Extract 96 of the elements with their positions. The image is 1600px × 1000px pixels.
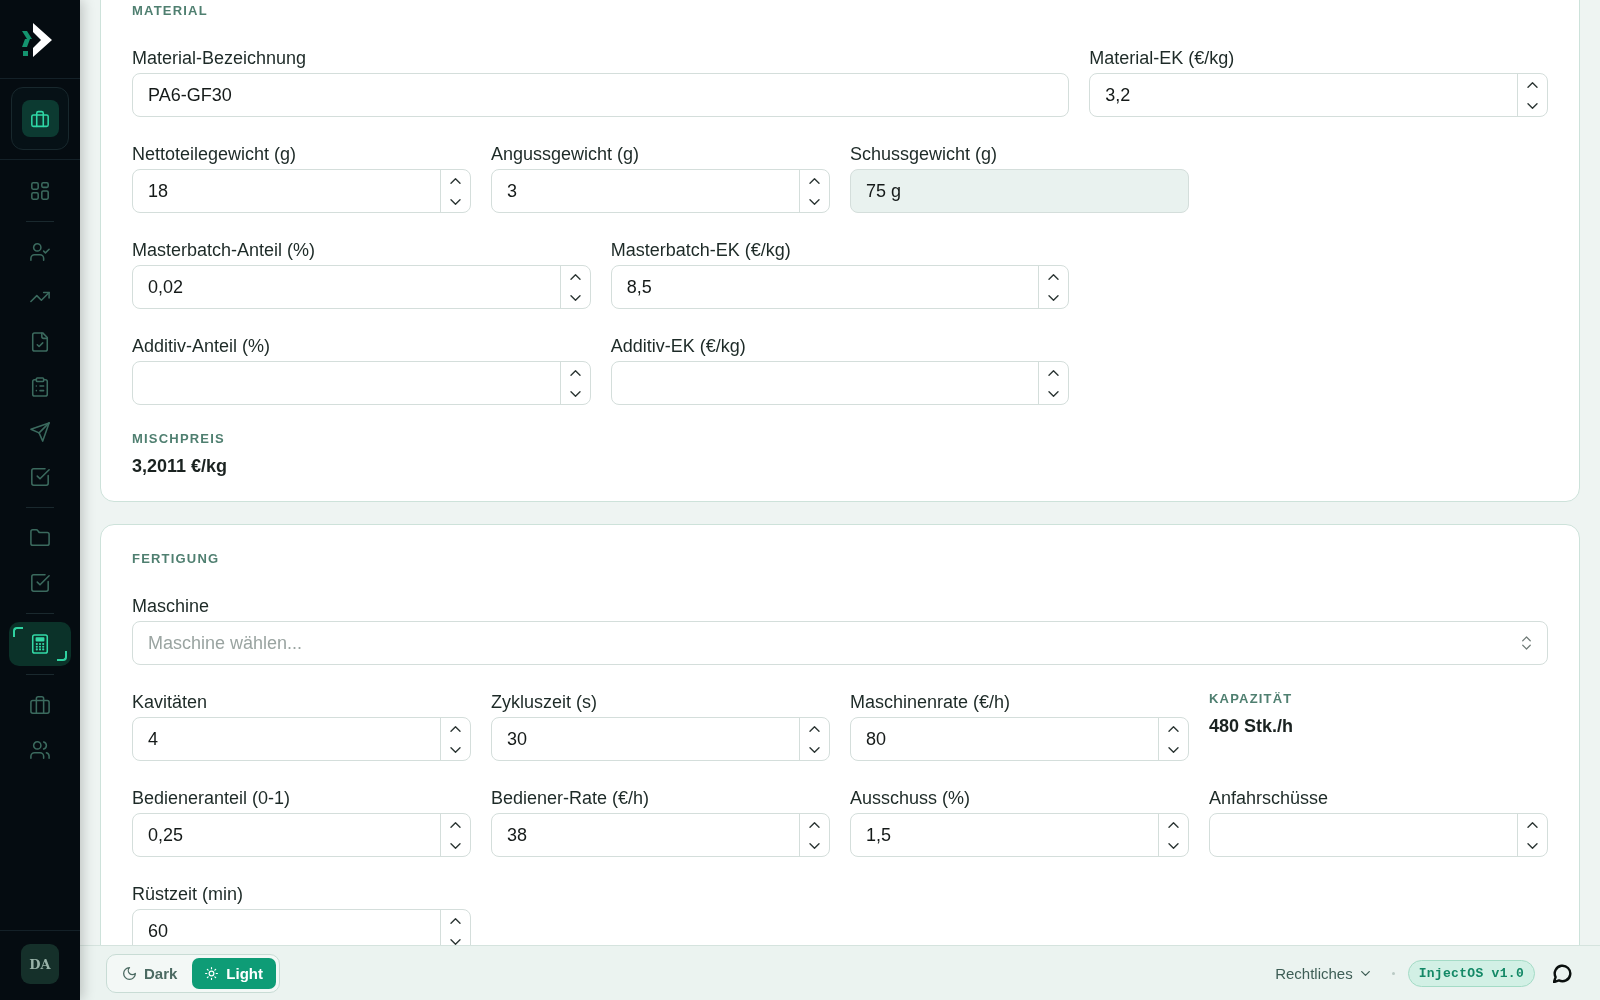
nav-item[interactable] [9, 622, 71, 666]
chat-bubble-icon[interactable] [1553, 963, 1572, 983]
number-input[interactable] [610, 361, 1070, 405]
logo-icon [22, 23, 52, 57]
moon-icon [123, 966, 136, 980]
chevron-down-icon [1360, 970, 1370, 976]
chevron-up-icon [450, 177, 461, 184]
chevron-down-icon [809, 842, 820, 849]
field-label: Bediener-Rate (€/h) [491, 787, 651, 809]
number-input[interactable]: 3 [491, 169, 830, 213]
chevron-down-icon [1048, 390, 1060, 397]
chevron-up-icon [450, 917, 461, 924]
square-check-icon [30, 573, 50, 593]
text-input[interactable]: PA6-GF30 [132, 73, 1070, 117]
field-label: Masterbatch-EK (€/kg) [610, 239, 792, 261]
summary-value: 3,2011 €/kg [132, 455, 228, 477]
clipboard-list-icon [30, 377, 50, 397]
number-input[interactable]: 80 [850, 717, 1189, 761]
number-input[interactable]: 1,5 [850, 813, 1189, 857]
field-label: Additiv-EK (€/kg) [610, 335, 747, 357]
summary-label: MISCHPREIS [132, 431, 225, 447]
field-label: Maschine [132, 595, 211, 617]
field-label: Nettoteilegewicht (g) [132, 143, 298, 165]
number-input[interactable]: 38 [491, 813, 830, 857]
chevron-down-icon [1527, 102, 1538, 109]
field-label: Material-EK (€/kg) [1089, 47, 1236, 69]
field-label: Material-Bezeichnung [132, 47, 308, 69]
field-label: Schussgewicht (g) [850, 143, 999, 165]
chevron-up-icon [1168, 821, 1179, 828]
square-check-icon [30, 467, 50, 487]
user-avatar[interactable]: DA [21, 944, 59, 984]
readonly-input[interactable]: 75 g [850, 169, 1189, 213]
chevron-down-icon [1527, 842, 1538, 849]
summary-value: 480 Stk./h [1209, 715, 1294, 737]
chevron-down-icon [1168, 746, 1179, 753]
chevrons-up-down-icon [1522, 636, 1531, 650]
number-input[interactable]: 0,25 [132, 813, 471, 857]
chevron-down-icon [450, 938, 461, 945]
folder-icon [30, 528, 50, 548]
chevron-up-icon [569, 273, 581, 280]
chevron-up-icon [1168, 725, 1179, 732]
field-label: Ausschuss (%) [850, 787, 972, 809]
grid-icon [30, 181, 50, 201]
chevron-down-icon [1168, 842, 1179, 849]
chevron-up-icon [809, 821, 820, 828]
send-icon [30, 422, 50, 442]
field-label: Additiv-Anteil (%) [132, 335, 272, 357]
field-label: Masterbatch-Anteil (%) [132, 239, 317, 261]
chevron-down-icon [450, 842, 461, 849]
chevron-up-icon [450, 821, 461, 828]
number-input[interactable]: 0,02 [132, 265, 591, 309]
field-label: Kavitäten [132, 691, 209, 713]
section-heading: FERTIGUNG [132, 551, 221, 567]
number-input[interactable]: 30 [491, 717, 830, 761]
chevron-down-icon [569, 294, 581, 301]
field-label: Zykluszeit (s) [491, 691, 598, 713]
chevron-up-icon [809, 725, 820, 732]
summary-label: KAPAZITÄT [1209, 691, 1293, 707]
field-label: Anfahrschüsse [1209, 787, 1330, 809]
chevron-down-icon [450, 198, 461, 205]
chevron-up-icon [809, 177, 820, 184]
number-input[interactable]: 3,2 [1089, 73, 1548, 117]
briefcase-icon [21, 100, 59, 137]
chevron-up-icon [1527, 821, 1538, 828]
chevron-down-icon [450, 746, 461, 753]
number-input[interactable] [132, 361, 591, 405]
number-input[interactable]: 4 [132, 717, 471, 761]
field-label: Angussgewicht (g) [491, 143, 641, 165]
chevron-down-icon [1048, 294, 1060, 301]
chevron-up-icon [1048, 273, 1060, 280]
chevron-down-icon [809, 746, 820, 753]
chevron-down-icon [569, 390, 581, 397]
chevron-down-icon [809, 198, 820, 205]
chevron-up-icon [1527, 81, 1538, 88]
number-input[interactable]: 60 [132, 909, 471, 945]
field-label: Rüstzeit (min) [132, 883, 244, 905]
users-icon [30, 740, 50, 760]
file-check-icon [30, 332, 50, 352]
number-input[interactable]: 18 [132, 169, 471, 213]
briefcase-icon [30, 695, 50, 715]
workspace-button[interactable] [11, 87, 69, 150]
field-label: Bedieneranteil (0-1) [132, 787, 292, 809]
chevron-up-icon [569, 369, 581, 376]
legal-menu-button[interactable]: Rechtliches [1275, 964, 1370, 982]
number-input[interactable] [1209, 813, 1548, 857]
number-input[interactable]: 8,5 [610, 265, 1070, 309]
version-badge: InjectOS v1.0 [1407, 959, 1535, 987]
section-heading: MATERIAL [132, 3, 209, 19]
chevron-up-icon [450, 725, 461, 732]
calculator-icon [30, 634, 50, 654]
theme-button[interactable]: Dark [110, 957, 191, 989]
sun-icon [205, 966, 219, 980]
dot-icon [1391, 971, 1395, 975]
field-label: Maschinenrate (€/h) [850, 691, 1012, 713]
user-check-icon [30, 242, 50, 262]
chevron-up-icon [1048, 369, 1060, 376]
